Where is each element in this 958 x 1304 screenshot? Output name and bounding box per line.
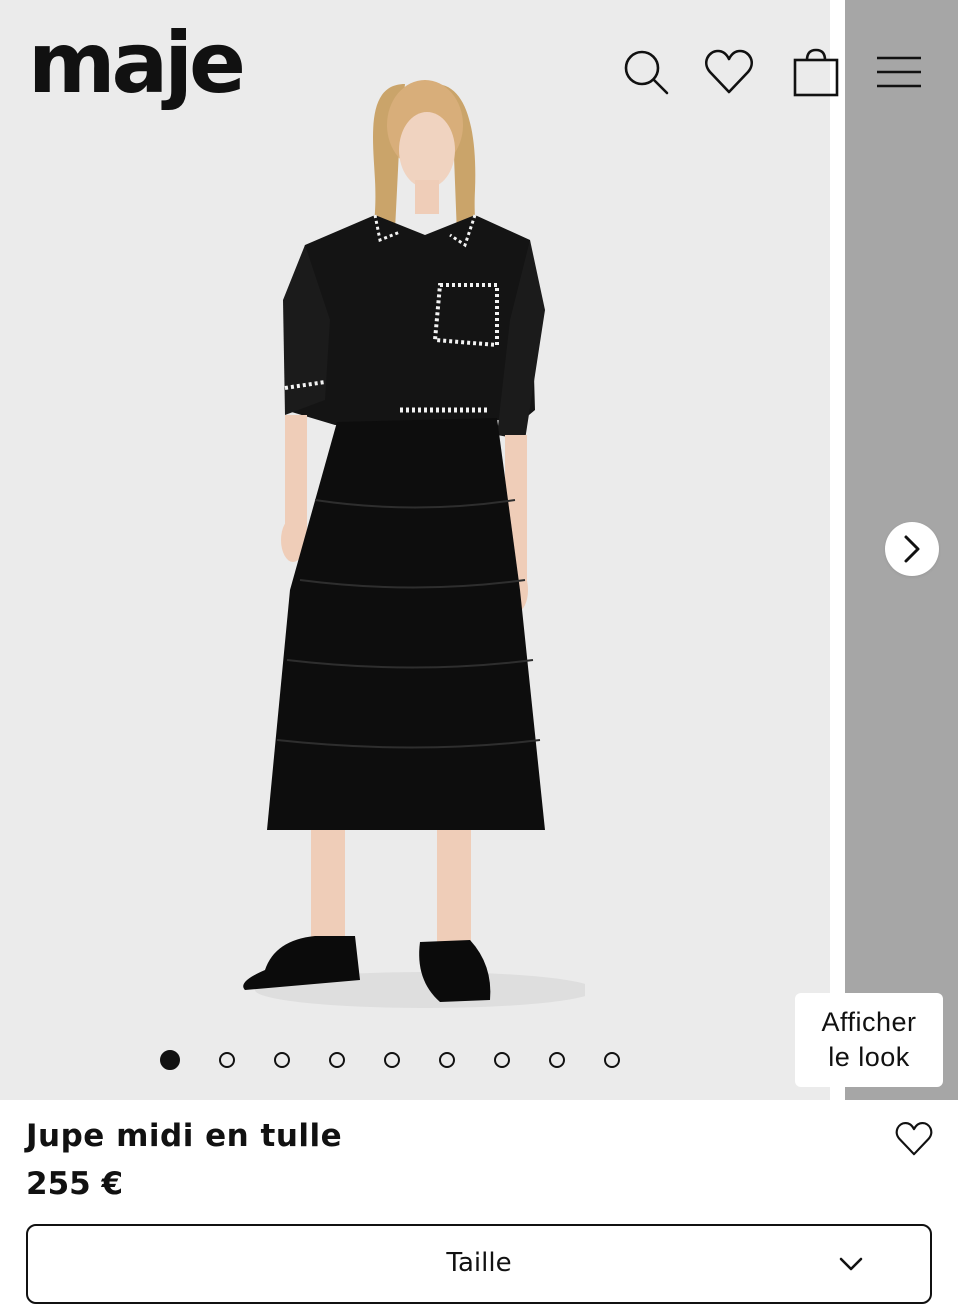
pagination-dot[interactable] — [274, 1052, 290, 1068]
pagination-dot[interactable] — [549, 1052, 565, 1068]
heart-icon[interactable] — [701, 44, 757, 100]
pagination-dot[interactable] — [604, 1052, 620, 1068]
add-to-wishlist-button[interactable] — [890, 1115, 938, 1163]
search-icon[interactable] — [618, 44, 674, 100]
pagination-dot[interactable] — [439, 1052, 455, 1068]
next-image-button[interactable] — [885, 522, 939, 576]
chevron-down-icon — [839, 1257, 863, 1271]
model-photo — [243, 80, 585, 1008]
pagination-dot[interactable] — [494, 1052, 510, 1068]
pagination-dot[interactable] — [384, 1052, 400, 1068]
gallery-pagination — [160, 1050, 620, 1073]
heart-icon — [895, 1121, 933, 1156]
show-look-label-line1: Afficher — [821, 1007, 917, 1037]
size-selector[interactable]: Taille — [26, 1224, 932, 1304]
product-title: Jupe midi en tulle — [26, 1118, 343, 1154]
header-actions — [0, 44, 958, 104]
pagination-dot[interactable] — [160, 1050, 180, 1070]
chevron-right-icon — [904, 535, 920, 563]
shopping-bag-icon[interactable] — [788, 44, 844, 100]
pagination-dot[interactable] — [329, 1052, 345, 1068]
slide-gap — [830, 0, 845, 1100]
product-price: 255 € — [26, 1166, 124, 1202]
show-look-label-line2: le look — [828, 1042, 910, 1072]
hamburger-menu-icon[interactable] — [871, 44, 927, 100]
size-selector-label: Taille — [446, 1248, 512, 1278]
pagination-dot[interactable] — [219, 1052, 235, 1068]
show-look-button[interactable]: Afficher le look — [795, 993, 943, 1087]
product-image-main[interactable] — [0, 0, 830, 1100]
product-image-gallery[interactable]: maje Afficher le look — [0, 0, 958, 1100]
